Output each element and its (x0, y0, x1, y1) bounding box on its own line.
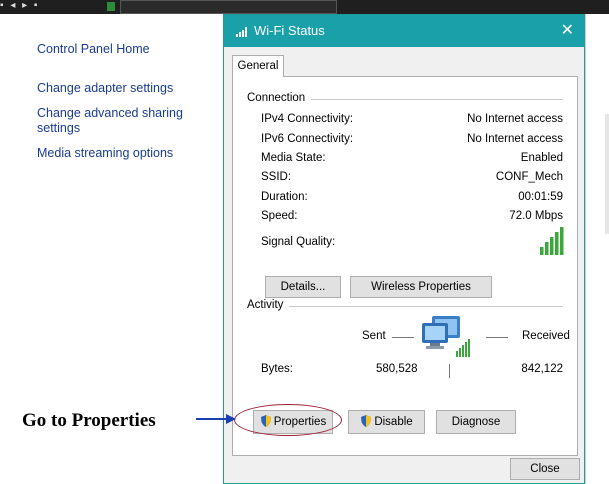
title-bar[interactable]: Wi-Fi Status ✕ (224, 15, 584, 47)
general-panel: Connection IPv4 Connectivity: No Interne… (232, 76, 578, 456)
group-divider (303, 99, 563, 100)
change-adapter-settings-link[interactable]: Change adapter settings (37, 81, 173, 96)
shield-icon (361, 415, 372, 427)
signal-bar (555, 232, 559, 255)
ipv6-label: IPv6 Connectivity: (261, 133, 354, 145)
app-icon (107, 2, 115, 11)
received-line (486, 337, 508, 338)
bytes-label: Bytes: (261, 363, 293, 375)
duration-label: Duration: (261, 191, 308, 203)
signal-bar (560, 227, 564, 255)
signal-bar (540, 247, 544, 255)
change-advanced-sharing-link-cont[interactable]: settings (37, 121, 80, 136)
ssid-value: CONF_Mech (495, 171, 563, 183)
activity-divider (449, 364, 450, 378)
arrow-right-icon (196, 414, 236, 424)
duration-value: 00:01:59 (518, 191, 563, 203)
scrollbar[interactable] (605, 114, 609, 234)
media-state-label: Media State: (261, 152, 326, 164)
control-panel-home-link[interactable]: Control Panel Home (37, 42, 150, 57)
media-streaming-options-link[interactable]: Media streaming options (37, 146, 173, 161)
details-button[interactable]: Details... (265, 276, 341, 298)
ipv4-value: No Internet access (467, 113, 563, 125)
dialog-title: Wi-Fi Status (254, 23, 325, 38)
group-divider (289, 306, 563, 307)
disable-label: Disable (374, 416, 413, 428)
connection-label: Connection (247, 92, 312, 104)
ipv6-value: No Internet access (467, 133, 563, 145)
wireless-properties-button[interactable]: Wireless Properties (350, 276, 492, 298)
received-label: Received (522, 330, 570, 342)
close-button[interactable]: Close (510, 458, 580, 480)
signal-quality-label: Signal Quality: (261, 236, 336, 248)
ssid-label: SSID: (261, 171, 292, 183)
media-state-value: Enabled (520, 152, 563, 164)
background-window (585, 14, 609, 484)
speed-value: 72.0 Mbps (509, 210, 563, 222)
sent-line (392, 337, 414, 338)
change-advanced-sharing-link[interactable]: Change advanced sharing (37, 106, 183, 121)
annotation-text: Go to Properties (22, 410, 156, 431)
disable-button[interactable]: Disable (348, 410, 425, 434)
bytes-received-value: 842,122 (521, 363, 563, 375)
taskbar-icons: ▪ ◂ ▸ ▪ (0, 0, 40, 11)
signal-bar (550, 237, 554, 255)
tab-general[interactable]: General (232, 55, 284, 77)
ipv4-label: IPv4 Connectivity: (261, 113, 354, 125)
properties-highlight-oval (234, 404, 342, 436)
sent-label: Sent (362, 330, 386, 342)
speed-label: Speed: (261, 210, 298, 222)
address-bar[interactable] (120, 0, 337, 14)
bytes-sent-value: 580,528 (376, 363, 418, 375)
signal-strength-icon (540, 227, 564, 255)
wifi-signal-icon (236, 27, 247, 37)
signal-bar (545, 242, 549, 255)
close-icon[interactable]: ✕ (561, 20, 574, 40)
activity-label: Activity (247, 299, 290, 311)
top-taskbar: ▪ ◂ ▸ ▪ (0, 0, 609, 14)
diagnose-button[interactable]: Diagnose (436, 410, 516, 434)
network-computer-icon (422, 316, 470, 357)
